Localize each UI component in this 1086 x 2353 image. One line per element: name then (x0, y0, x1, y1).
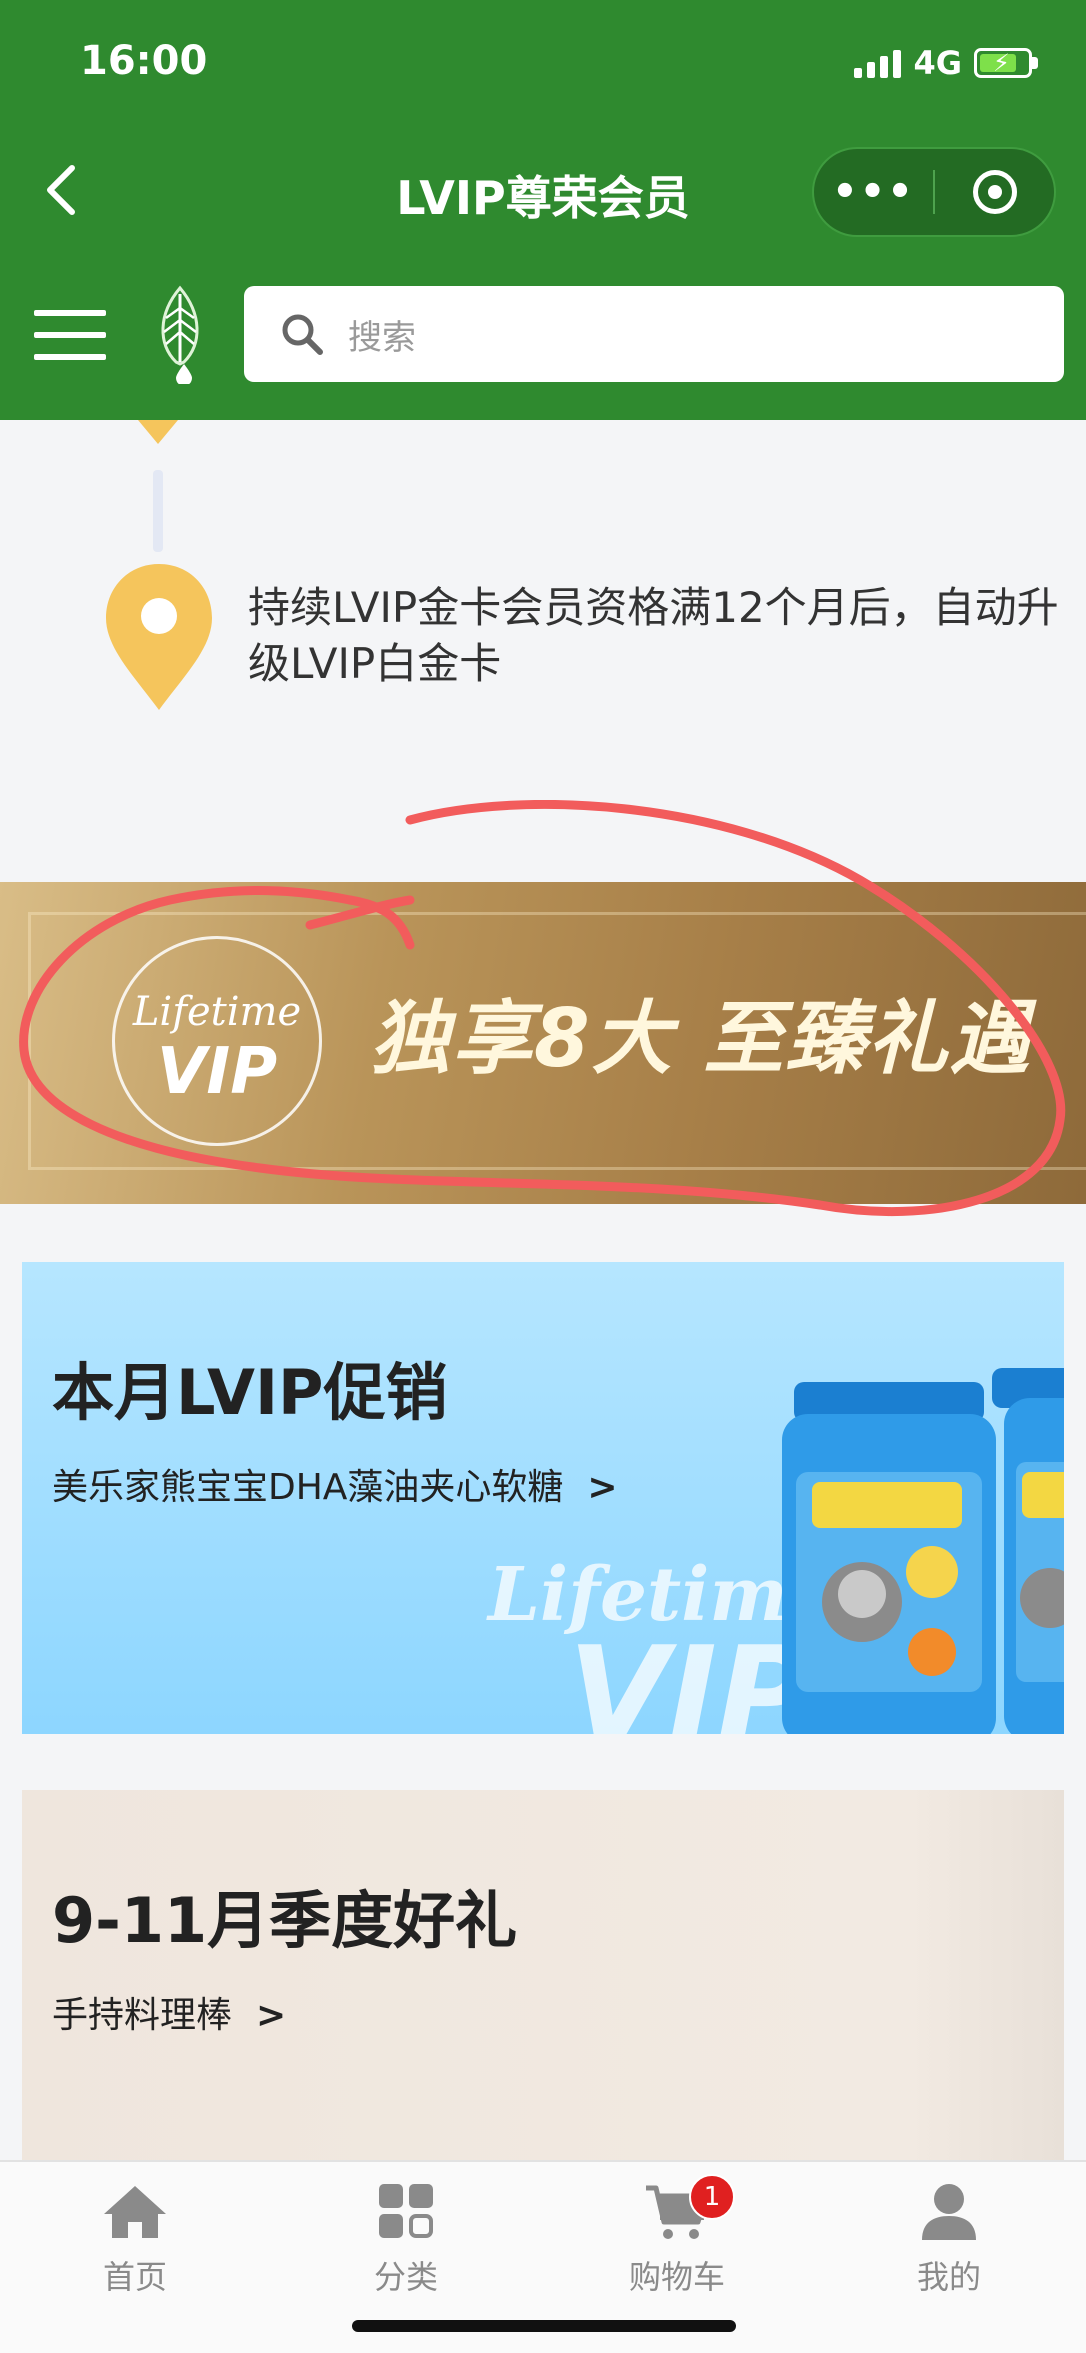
grid-icon (379, 2184, 433, 2238)
product-bottles-image (782, 1368, 1064, 1734)
status-indicators: 4G ⚡ (854, 44, 1038, 82)
season-link[interactable]: 手持料理棒 > (52, 1986, 286, 2038)
quarterly-gift-card[interactable]: 9-11月季度好礼 手持料理棒 > (22, 1790, 1064, 2170)
home-icon (104, 2186, 166, 2238)
lifetime-vip-banner[interactable]: Lifetime VIP 独享8大 至臻礼遇 (0, 882, 1086, 1204)
brand-leaf-logo (161, 285, 199, 384)
promo-title: 本月LVIP促销 (52, 1356, 448, 1429)
search-icon (282, 314, 323, 355)
home-indicator (352, 2320, 736, 2332)
tab-home-label: 首页 (102, 2258, 167, 2296)
network-label: 4G (913, 44, 962, 82)
monthly-promo-card[interactable]: Lifetime VIP 本月LVIP促销 美乐家熊宝宝DHA藻油夹心软糖 > (22, 1262, 1064, 1734)
battery-icon: ⚡ (974, 48, 1032, 78)
tab-cart-label: 购物车 (628, 2258, 725, 2296)
season-title: 9-11月季度好礼 (52, 1884, 518, 1957)
more-button[interactable]: ••• (814, 169, 933, 215)
promo-link[interactable]: 美乐家熊宝宝DHA藻油夹心软糖 > (52, 1458, 618, 1510)
menu-icon[interactable] (34, 310, 106, 360)
timeline-pin-partial-icon (138, 420, 178, 444)
status-time: 16:00 (80, 38, 208, 84)
tab-category-label: 分类 (373, 2258, 438, 2296)
banner-slogan: 独享8大 至臻礼遇 (370, 992, 1032, 1085)
target-icon (972, 170, 1017, 214)
search-placeholder: 搜索 (348, 317, 416, 358)
lifetime-vip-badge: Lifetime VIP (112, 936, 322, 1146)
signal-icon (854, 48, 902, 78)
cart-badge: 1 (689, 2174, 735, 2220)
location-pin-icon (106, 564, 212, 710)
mini-program-capsule: ••• (812, 147, 1056, 237)
tab-home[interactable]: 首页 (35, 2182, 235, 2298)
promo-subtitle: 美乐家熊宝宝DHA藻油夹心软糖 (52, 1467, 564, 1508)
search-input[interactable]: 搜索 (244, 286, 1064, 382)
tab-cart[interactable]: 1 购物车 (577, 2174, 777, 2298)
app-header: 16:00 4G ⚡ LVIP尊荣会员 ••• 搜索 (0, 0, 1086, 420)
milestone-description: 持续LVIP金卡会员资格满12个月后，自动升级LVIP白金卡 (248, 583, 1059, 688)
tab-profile[interactable]: 我的 (849, 2182, 1049, 2298)
tab-category[interactable]: 分类 (306, 2182, 506, 2298)
tab-profile-label: 我的 (916, 2258, 981, 2296)
season-subtitle: 手持料理棒 (52, 1995, 233, 2036)
close-button[interactable] (935, 170, 1054, 214)
user-icon (922, 2184, 976, 2240)
chevron-right-icon: > (256, 1995, 287, 2036)
timeline-connector (153, 470, 163, 552)
chevron-right-icon: > (587, 1467, 618, 1508)
